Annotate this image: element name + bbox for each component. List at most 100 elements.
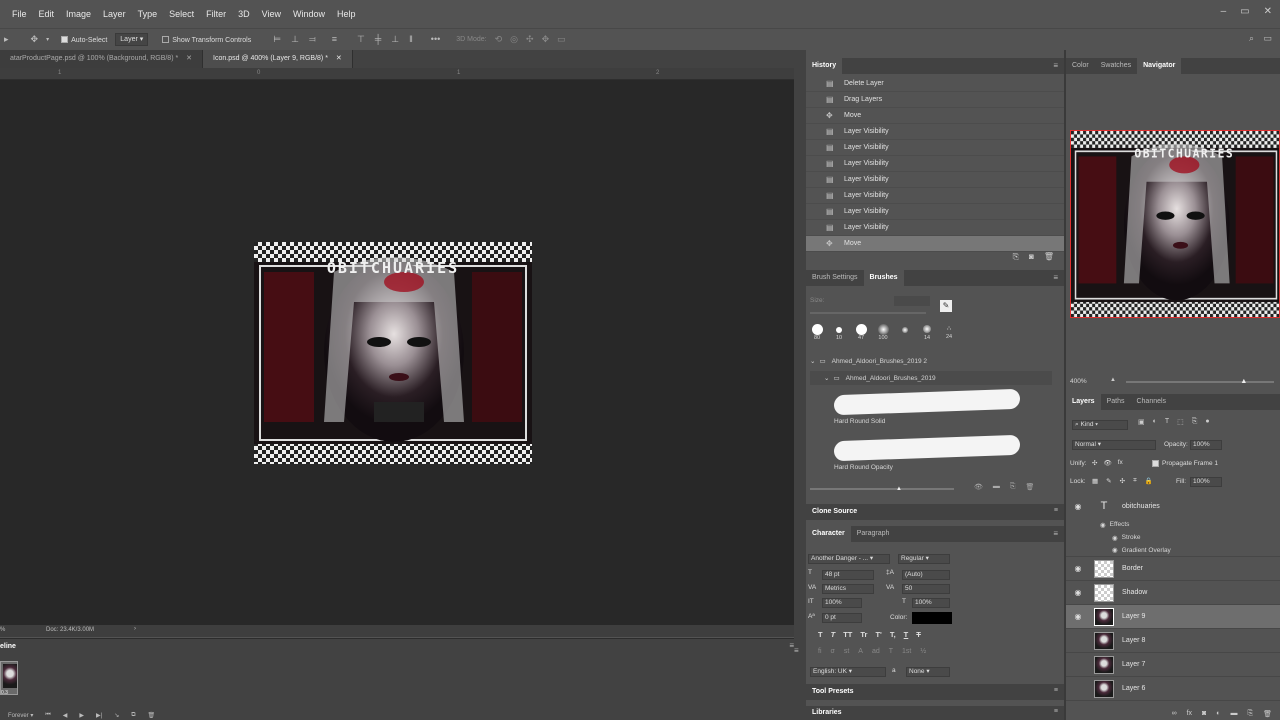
history-item[interactable]: ▤ Layer Visibility [806, 172, 1064, 188]
language-dropdown[interactable]: English: UK ▾ [810, 667, 886, 677]
anti-alias-dropdown[interactable]: None ▾ [906, 667, 950, 677]
brush-preset[interactable]: 10 [830, 324, 848, 341]
adjustment-icon[interactable]: ◐ [1216, 710, 1220, 720]
filter-adjustment-icon[interactable]: ◐ [1153, 418, 1157, 426]
unify-style-icon[interactable]: fx [1118, 459, 1123, 467]
history-item[interactable]: ▤ Delete Layer [806, 76, 1064, 92]
all-caps-button[interactable]: TT [843, 630, 852, 639]
eye-icon[interactable]: 👁 [974, 483, 983, 491]
menu-filter[interactable]: Filter [200, 9, 232, 19]
play-icon[interactable]: ▶ [79, 712, 84, 719]
subscript-button[interactable]: T, [890, 630, 896, 639]
trash-icon[interactable]: 🗑 [1044, 252, 1054, 266]
tab-brushes[interactable]: Brushes [863, 270, 904, 286]
new-layer-icon[interactable]: ⎘ [1248, 710, 1254, 720]
camera-icon[interactable]: ◙ [1029, 252, 1034, 266]
tab-brush-settings[interactable]: Brush Settings [806, 270, 864, 286]
history-item[interactable]: ▤ Layer Visibility [806, 220, 1064, 236]
tab-avatar-product-page[interactable]: atarProductPage.psd @ 100% (Background, … [0, 50, 204, 68]
small-caps-button[interactable]: Tr [860, 630, 867, 639]
align-right-icon[interactable]: ⫤ [309, 34, 316, 45]
3d-rotate-icon[interactable]: ⟲ [495, 34, 503, 45]
layer-text-obitchuaries[interactable]: ◉ T obitchuaries [1066, 494, 1280, 518]
superscript-button[interactable]: T' [875, 630, 881, 639]
filter-smart-icon[interactable]: ⎘ [1192, 418, 1198, 426]
ordinals-button[interactable]: 1st [902, 648, 911, 655]
layer-shadow[interactable]: ◉ Shadow [1066, 581, 1280, 605]
auto-select-target-dropdown[interactable]: Layer ▾ [115, 33, 149, 46]
menu-icon[interactable]: ≡ [1054, 708, 1058, 715]
3d-pan-icon[interactable]: ✣ [526, 34, 534, 45]
brush-preset[interactable]: 80 [808, 324, 826, 341]
ligatures-button[interactable]: fi [818, 648, 822, 655]
effect-stroke[interactable]: ◉ Stroke [1066, 531, 1280, 544]
zoom-out-icon[interactable]: ▲ [1110, 377, 1116, 383]
first-frame-icon[interactable]: ⏮ [45, 712, 50, 719]
vertical-scale-field[interactable]: 100% [822, 598, 862, 608]
menu-file[interactable]: File [0, 9, 33, 19]
brush-preset[interactable]: ∴ 24 [940, 324, 958, 341]
history-item[interactable]: ▤ Layer Visibility [806, 140, 1064, 156]
swash-button[interactable]: A [858, 648, 863, 655]
filter-pixel-icon[interactable]: ▣ [1138, 418, 1145, 426]
tool-presets-header[interactable]: Tool Presets ≡ [806, 684, 1064, 700]
distribute-icon[interactable]: ≡ [332, 34, 337, 45]
unify-position-icon[interactable]: ✣ [1092, 459, 1097, 467]
close-icon[interactable]: ✕ [186, 55, 192, 62]
tab-icon-psd[interactable]: Icon.psd @ 400% (Layer 9, RGB/8) * ✕ [203, 50, 353, 68]
artwork-canvas[interactable]: OBITCHUARIES [254, 242, 532, 464]
effects-row[interactable]: ◉ Effects [1066, 518, 1280, 531]
discretionary-ligatures-button[interactable]: st [844, 648, 849, 655]
close-icon[interactable]: ✕ [336, 55, 342, 62]
titling-alternates-button[interactable]: T [889, 648, 893, 655]
menu-icon[interactable]: ≡ [1053, 61, 1058, 70]
zoom-slider-handle[interactable]: ▲ [1240, 378, 1247, 385]
menu-icon[interactable]: ≡ [1053, 529, 1058, 538]
tab-color[interactable]: Color [1066, 58, 1095, 74]
chevron-right-icon[interactable]: › [134, 626, 136, 632]
unify-visibility-icon[interactable]: 👁 [1103, 459, 1111, 467]
chevron-down-icon[interactable]: ⌄ [810, 357, 815, 365]
menu-layer[interactable]: Layer [97, 9, 132, 19]
brush-preset[interactable]: 47 [852, 324, 870, 341]
tab-paths[interactable]: Paths [1101, 394, 1131, 410]
layer-filter-dropdown[interactable]: ⌕ Kind ▾ [1072, 420, 1128, 430]
menu-type[interactable]: Type [132, 9, 164, 19]
horizontal-scale-field[interactable]: 100% [912, 598, 950, 608]
menu-image[interactable]: Image [60, 9, 97, 19]
tab-character[interactable]: Character [806, 526, 851, 542]
menu-icon[interactable]: ≡ [1054, 507, 1058, 514]
strikethrough-button[interactable]: T [916, 630, 921, 639]
eye-icon[interactable]: ◉ [1070, 612, 1086, 621]
tab-channels[interactable]: Channels [1130, 394, 1172, 410]
size-input[interactable] [894, 296, 930, 306]
folder-icon[interactable]: ▬ [993, 483, 1000, 491]
fx-icon[interactable]: fx [1187, 710, 1192, 720]
stylistic-alternates-button[interactable]: ad [872, 648, 880, 655]
filter-shape-icon[interactable]: ⬚ [1177, 418, 1184, 426]
tween-icon[interactable]: ↘ [114, 712, 119, 719]
filter-type-icon[interactable]: T [1165, 418, 1169, 426]
lock-position-icon[interactable]: ✣ [1120, 477, 1125, 485]
eye-icon[interactable]: ◉ [1070, 564, 1086, 573]
workspace-icon[interactable]: ▭ [1263, 33, 1272, 44]
faux-italic-button[interactable]: T [831, 630, 836, 639]
frame-1[interactable]: 0.3 [0, 661, 18, 696]
contextual-alternates-button[interactable]: σ [831, 648, 835, 655]
zoom-readout[interactable]: % [0, 627, 5, 633]
move-tool-icon[interactable]: ▸ [4, 34, 9, 45]
distribute-vertical-icon[interactable]: ‖ [409, 34, 413, 45]
font-family-dropdown[interactable]: Another Danger - ... ▾ [808, 554, 890, 564]
new-document-icon[interactable]: ⎘ [1013, 252, 1019, 266]
text-color-swatch[interactable] [912, 612, 952, 624]
eye-icon[interactable]: ◉ [1112, 546, 1118, 554]
eye-icon[interactable]: ◉ [1112, 534, 1118, 542]
show-transform-checkbox[interactable]: Show Transform Controls [162, 35, 251, 44]
search-icon[interactable]: ⌕ [1249, 33, 1254, 44]
navigator-zoom-readout[interactable]: 400% [1070, 378, 1087, 385]
new-brush-icon[interactable]: ⎘ [1010, 483, 1016, 491]
eye-icon[interactable]: ◉ [1070, 588, 1086, 597]
lock-artboard-icon[interactable]: ⌗ [1133, 477, 1137, 485]
frame-time[interactable]: 0.3 [1, 690, 17, 696]
propagate-checkbox[interactable]: Propagate Frame 1 [1152, 460, 1218, 467]
